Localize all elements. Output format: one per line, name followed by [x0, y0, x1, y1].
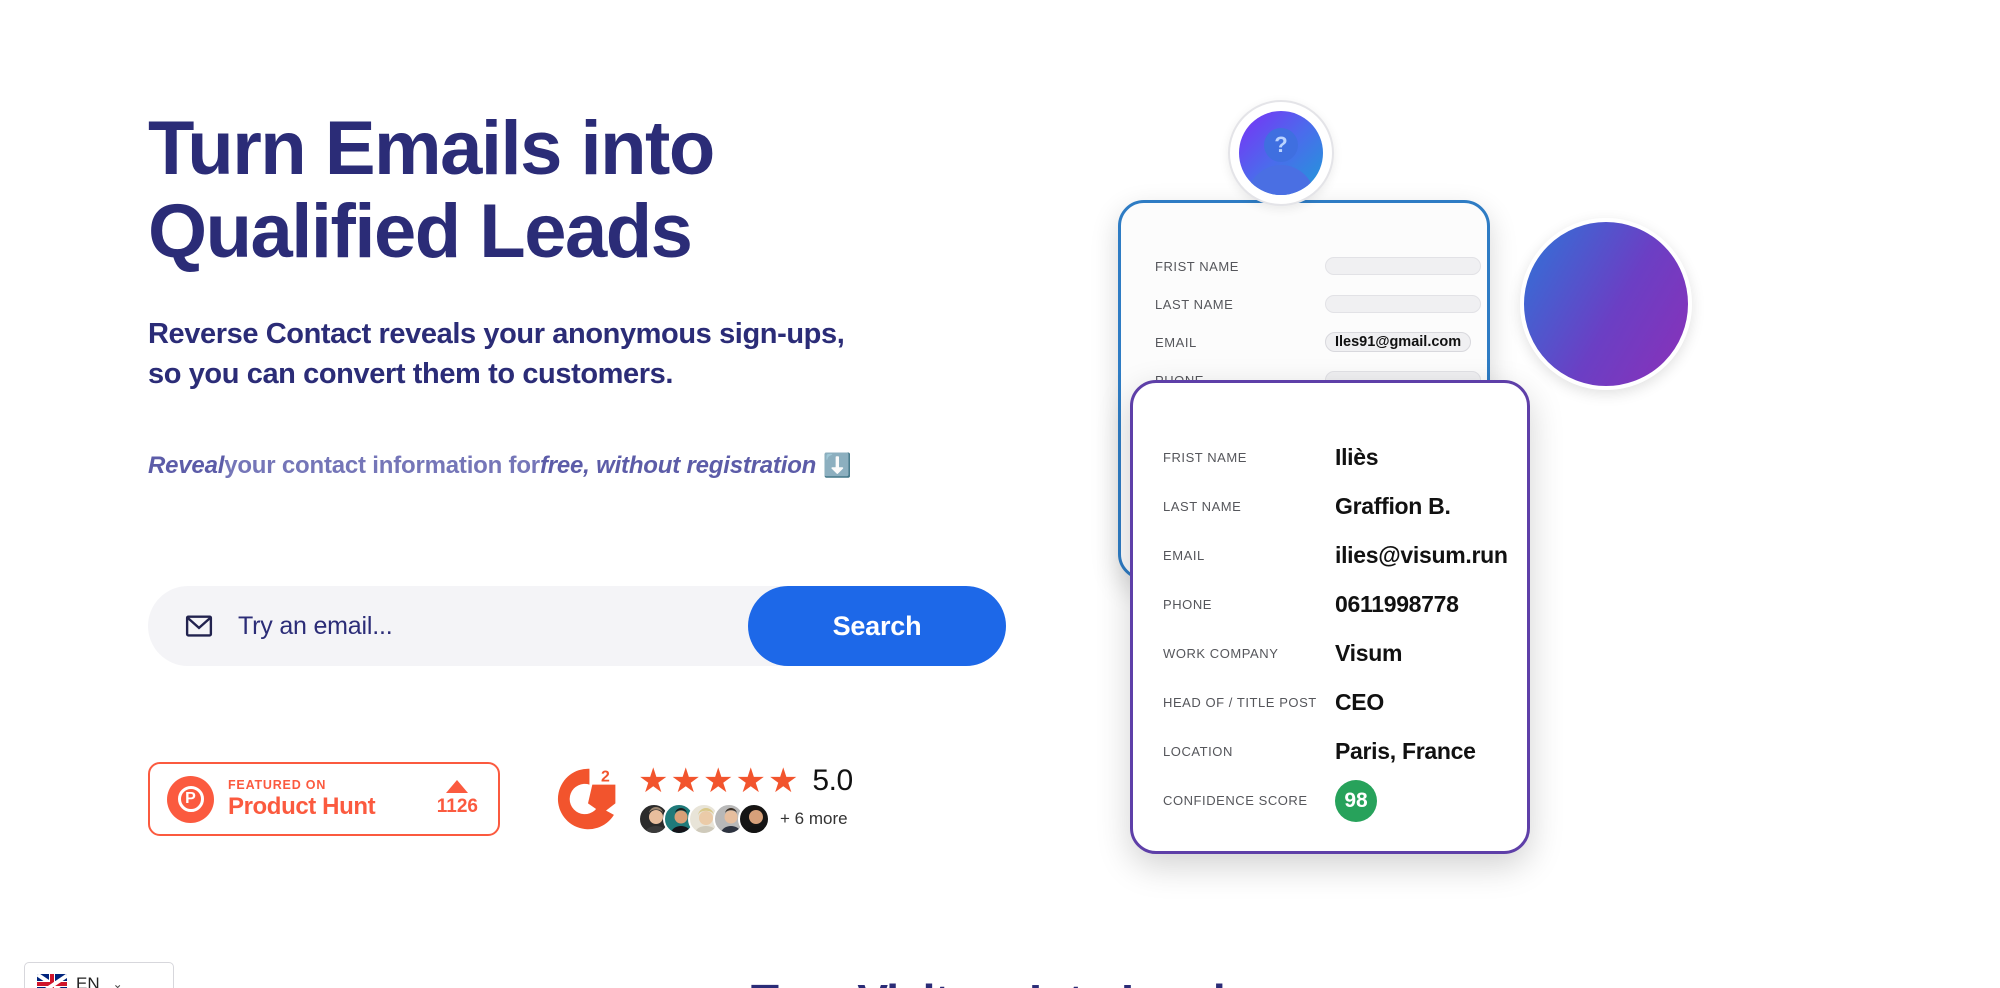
g2-more-reviewers-label: + 6 more — [780, 808, 848, 828]
reveal-tagline: Reveal your contact information for free… — [148, 452, 1048, 480]
product-hunt-logo-icon: P — [167, 775, 214, 823]
email-search-bar[interactable]: Try an email... Search — [148, 586, 1006, 666]
field-label: EMAIL — [1155, 334, 1197, 350]
field-value: ilies@visum.run — [1335, 542, 1508, 568]
g2-reviewer-avatars: + 6 more — [638, 802, 853, 835]
table-row: WORK COMPANY Visum — [1163, 629, 1507, 678]
table-row: FRIST NAME — [1155, 247, 1487, 285]
field-label: HEAD OF / TITLE POST — [1163, 695, 1317, 710]
social-proof-row: P FEATURED ON Product Hunt 1126 2 ★ ★ ★ … — [148, 762, 853, 836]
unknown-avatar-gradient: ? — [1239, 111, 1323, 195]
table-row: LAST NAME — [1155, 285, 1487, 323]
avatar-shoulders — [1247, 165, 1315, 195]
envelope-icon — [184, 611, 214, 641]
reveal-tagline-word: Reveal — [148, 451, 225, 479]
reveal-tagline-emphasis: free, without registration — [539, 451, 817, 479]
field-label: LOCATION — [1163, 744, 1233, 759]
lead-enrichment-illustration: ? FRIST NAME LAST NAME EMAIL Iles91@gmai… — [1090, 90, 1990, 890]
g2-rating-block[interactable]: 2 ★ ★ ★ ★ ★ 5.0 + 6 more — [552, 763, 853, 835]
field-label: LAST NAME — [1163, 499, 1242, 514]
avatar — [738, 802, 770, 835]
field-value: Paris, France — [1335, 738, 1476, 764]
field-label: LAST NAME — [1155, 296, 1234, 312]
field-label: WORK COMPANY — [1163, 646, 1279, 661]
product-hunt-name: Product Hunt — [228, 792, 376, 820]
g2-score-value: 5.0 — [812, 763, 853, 797]
search-button[interactable]: Search — [748, 586, 1006, 666]
unknown-person-avatar: ? — [1228, 100, 1334, 206]
field-value-empty — [1325, 295, 1481, 313]
star-icon: ★ — [670, 761, 701, 800]
field-value: Iliès — [1335, 444, 1379, 470]
enriched-card-rows: FRIST NAME Iliès LAST NAME Graffion B. E… — [1163, 433, 1508, 825]
g2-stars-row: ★ ★ ★ ★ ★ 5.0 — [638, 764, 853, 798]
star-icon: ★ — [638, 761, 669, 800]
landing-page-hero: Turn Emails into Qualified Leads Reverse… — [0, 0, 2000, 988]
product-hunt-p-letter: P — [177, 786, 204, 812]
enriched-contact-card: FRIST NAME Iliès LAST NAME Graffion B. E… — [1130, 380, 1530, 854]
page-title: Turn Emails into Qualified Leads — [148, 106, 715, 274]
table-row: HEAD OF / TITLE POST CEO — [1163, 678, 1507, 727]
table-row: LAST NAME Graffion B. — [1163, 482, 1507, 531]
product-hunt-badge[interactable]: P FEATURED ON Product Hunt 1126 — [148, 762, 500, 836]
field-value: CEO — [1335, 689, 1384, 715]
field-label: FRIST NAME — [1155, 258, 1239, 274]
field-label: FRIST NAME — [1163, 450, 1247, 465]
upvote-caret-icon — [446, 780, 469, 793]
g2-rating-details: ★ ★ ★ ★ ★ 5.0 + 6 more — [638, 764, 853, 835]
field-label: EMAIL — [1163, 548, 1205, 563]
field-label: PHONE — [1163, 597, 1212, 612]
table-row: LOCATION Paris, France — [1163, 727, 1507, 776]
hero-copy-block: Turn Emails into Qualified Leads Reverse… — [148, 106, 1048, 480]
table-row: CONFIDENCE SCORE 98 — [1163, 776, 1507, 825]
field-value-empty — [1325, 257, 1481, 275]
star-icon: ★ — [767, 761, 799, 800]
hero-subheadline: Reverse Contact reveals your anonymous s… — [148, 317, 845, 390]
next-section-heading: Turn Visitors Into Leads — [0, 974, 2000, 988]
field-value: Graffion B. — [1335, 493, 1451, 519]
field-value: Visum — [1335, 640, 1403, 666]
person-photo-avatar — [1520, 218, 1692, 390]
question-mark-icon: ? — [1264, 128, 1298, 162]
product-hunt-featured-label: FEATURED ON — [228, 777, 327, 792]
star-icon: ★ — [702, 761, 734, 800]
table-row: PHONE 0611998778 — [1163, 580, 1507, 629]
down-arrow-emoji-icon: ⬇️ — [823, 452, 852, 479]
reveal-tagline-middle: your contact information for — [224, 451, 540, 479]
table-row: EMAIL ilies@visum.run — [1163, 531, 1508, 580]
field-value: 0611998778 — [1335, 591, 1459, 617]
status-badge: 98 — [1335, 779, 1377, 822]
table-row: EMAIL Iles91@gmail.com — [1155, 323, 1487, 361]
g2-logo-icon: 2 — [552, 763, 624, 835]
svg-text:2: 2 — [601, 769, 610, 786]
field-label: CONFIDENCE SCORE — [1163, 793, 1308, 808]
product-hunt-text: FEATURED ON Product Hunt — [228, 778, 437, 821]
table-row: FRIST NAME Iliès — [1163, 433, 1507, 482]
field-value-email: Iles91@gmail.com — [1325, 332, 1472, 352]
star-icon: ★ — [735, 761, 766, 800]
product-hunt-upvotes: 1126 — [437, 780, 478, 818]
product-hunt-upvote-count: 1126 — [436, 796, 478, 817]
